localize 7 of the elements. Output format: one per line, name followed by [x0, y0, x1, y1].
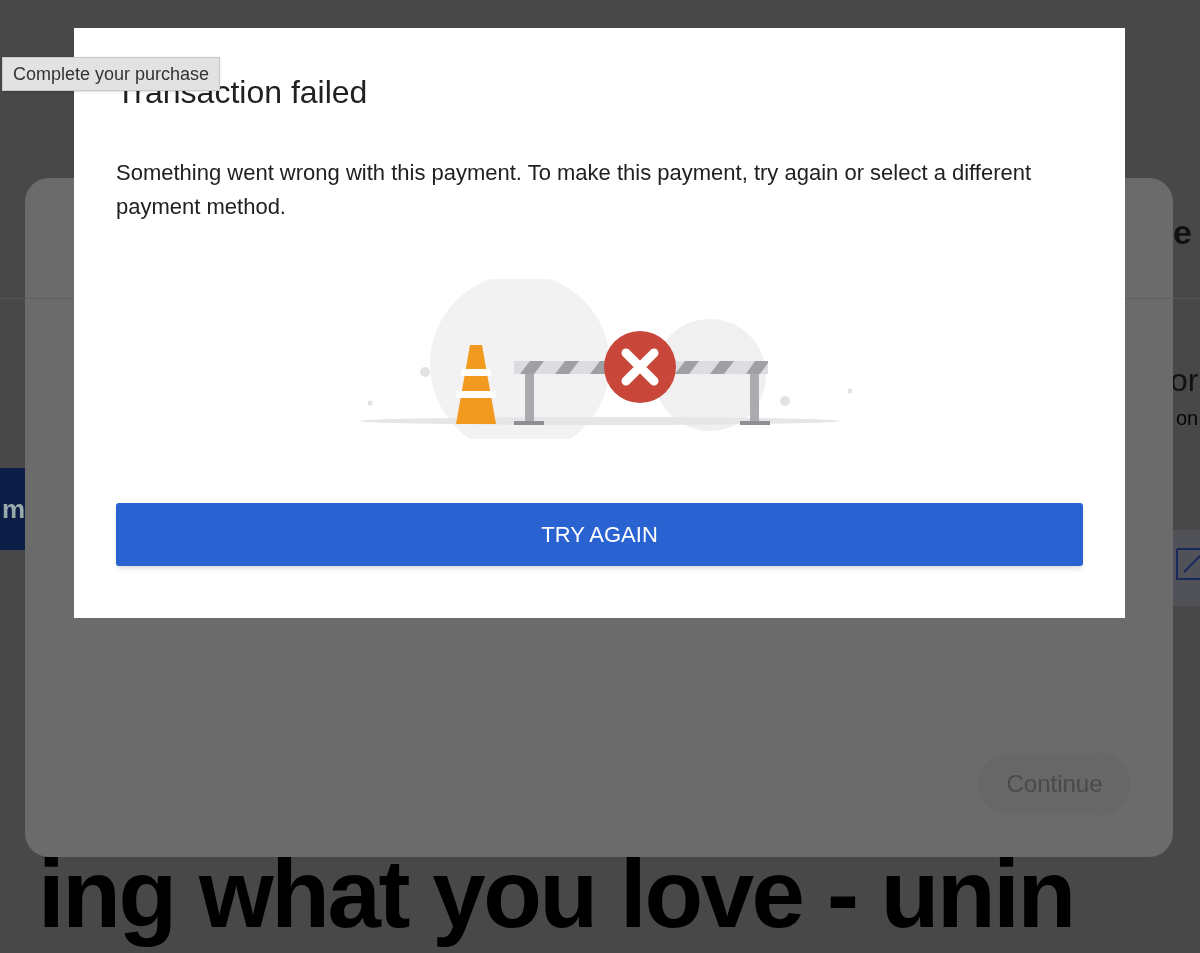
headline: ing what you love - unin [38, 839, 1074, 949]
external-link-icon [1176, 548, 1200, 580]
try-again-button[interactable]: TRY AGAIN [116, 503, 1083, 566]
heading-fragment: e [1173, 215, 1192, 249]
subtitle-fragment: on [1176, 408, 1199, 428]
button-fragment[interactable]: m [0, 468, 25, 550]
dialog-message: Something went wrong with this payment. To make this payment, try again or select a different payment method. [116, 159, 1033, 221]
